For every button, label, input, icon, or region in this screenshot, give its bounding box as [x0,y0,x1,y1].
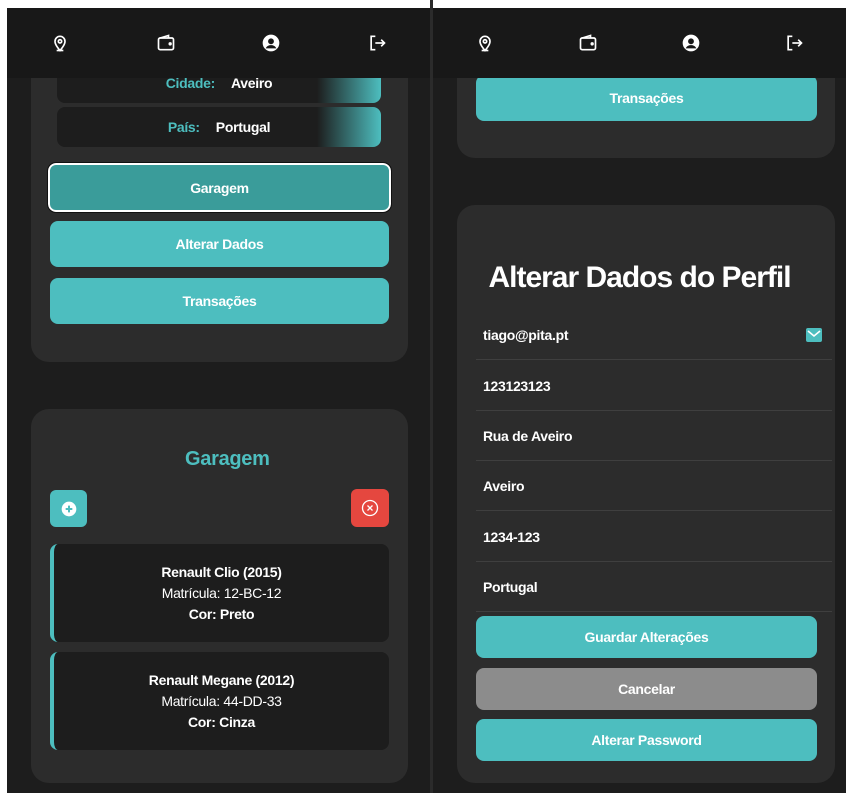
logout-icon[interactable] [782,31,806,55]
country-value: Portugal [215,119,271,135]
logout-icon[interactable] [365,31,389,55]
plus-circle-icon [61,501,76,516]
row-fade [317,107,381,147]
car-color: Cor: Preto [188,606,255,622]
car-plate: Matrícula: 44-DD-33 [161,693,282,709]
garage-button[interactable]: Garagem [47,162,392,213]
remove-car-button[interactable] [351,489,389,527]
country-value: Portugal [483,578,538,595]
car-plate: Matrícula: 12-BC-12 [161,585,282,601]
country-row: País: Portugal [57,107,381,147]
transactions-button[interactable]: Transações [50,278,389,324]
user-circle-icon[interactable] [679,31,703,55]
garage-title: Garagem [185,448,270,470]
street-field[interactable]: Rua de Aveiro [476,411,832,461]
top-navbar [7,8,430,78]
email-value: tiago@pita.pt [483,326,569,343]
postal-code-field[interactable]: 1234-123 [476,512,832,562]
right-screen: Transações Alterar Dados do Perfil tiago… [433,8,846,793]
user-circle-icon[interactable] [259,31,283,55]
city-field[interactable]: Aveiro [476,461,832,511]
email-field[interactable]: tiago@pita.pt [476,310,832,360]
form-title: Alterar Dados do Perfil [488,261,791,294]
city-value: Aveiro [483,477,525,494]
location-pin-icon[interactable] [473,31,497,55]
change-data-button[interactable]: Alterar Dados [50,221,389,267]
phone-value: 123123123 [483,377,551,394]
car-card[interactable]: Renault Clio (2015) Matrícula: 12-BC-12 … [50,544,389,642]
save-changes-button[interactable]: Guardar Alterações [476,616,817,658]
car-model: Renault Clio (2015) [161,564,282,580]
phone-field[interactable]: 123123123 [476,361,832,411]
add-car-button[interactable] [50,490,87,527]
left-screen: Cidade: Aveiro País: Portugal Garagem Al… [7,8,430,793]
wallet-icon[interactable] [154,31,178,55]
top-navbar [433,8,846,78]
street-value: Rua de Aveiro [483,427,573,444]
wallet-icon[interactable] [576,31,600,55]
car-color: Cor: Cinza [187,714,255,730]
car-model: Renault Megane (2012) [148,672,295,688]
location-pin-icon[interactable] [48,31,72,55]
country-label: País: [167,119,200,135]
postal-code-value: 1234-123 [483,528,540,545]
transactions-button[interactable]: Transações [476,75,817,121]
car-card[interactable]: Renault Megane (2012) Matrícula: 44-DD-3… [50,652,389,750]
cancel-button[interactable]: Cancelar [476,668,817,710]
change-password-button[interactable]: Alterar Password [476,719,817,761]
country-field[interactable]: Portugal [476,562,832,612]
close-circle-icon [361,499,379,517]
mail-icon [806,328,822,342]
